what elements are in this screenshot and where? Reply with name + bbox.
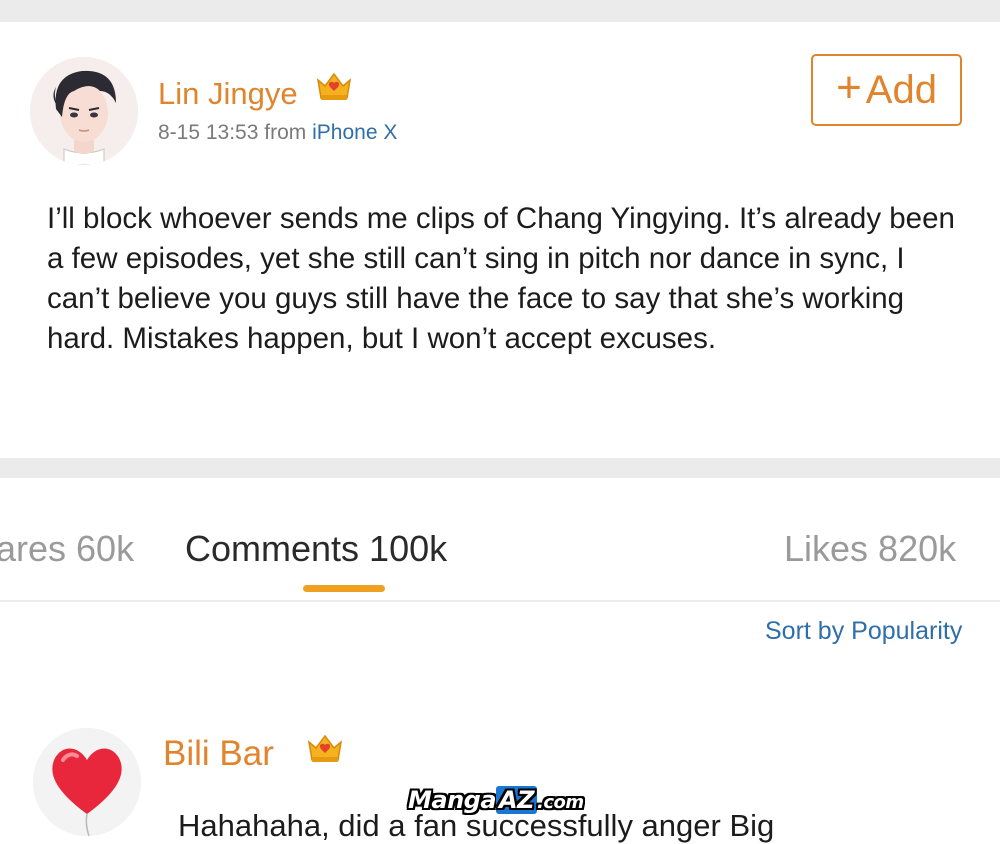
post-from-label: from — [264, 121, 307, 144]
tab-likes[interactable]: Likes 820k — [784, 528, 956, 570]
post-timestamp: 8-15 13:53 — [158, 121, 259, 144]
commenter-avatar[interactable] — [33, 728, 141, 836]
add-follow-button[interactable]: + Add — [811, 54, 962, 126]
author-name[interactable]: Lin Jingye — [158, 76, 298, 112]
post-meta: 8-15 13:53 from iPhone X — [158, 121, 397, 145]
watermark-part-3: .com — [537, 792, 584, 813]
active-tab-indicator — [303, 585, 385, 592]
top-separator — [0, 0, 1000, 22]
watermark-part-1: Manga — [408, 786, 497, 814]
crown-icon — [315, 71, 353, 103]
site-watermark: Manga AZ .com — [408, 786, 584, 814]
post-body-text: I’ll block whoever sends me clips of Cha… — [47, 202, 955, 355]
commenter-name[interactable]: Bili Bar — [163, 734, 274, 774]
sort-by-popularity-button[interactable]: Sort by Popularity — [765, 617, 962, 646]
tab-comments[interactable]: Comments 100k — [185, 528, 447, 570]
crown-icon — [306, 733, 344, 765]
watermark-part-2: AZ — [496, 786, 538, 814]
tab-shares[interactable]: ares 60k — [0, 528, 134, 570]
author-avatar[interactable] — [30, 57, 138, 165]
plus-icon: + — [836, 63, 862, 112]
tabs-divider — [0, 600, 1000, 602]
add-button-label: Add — [865, 67, 937, 112]
post-device-link[interactable]: iPhone X — [312, 121, 397, 144]
section-separator — [0, 458, 1000, 478]
